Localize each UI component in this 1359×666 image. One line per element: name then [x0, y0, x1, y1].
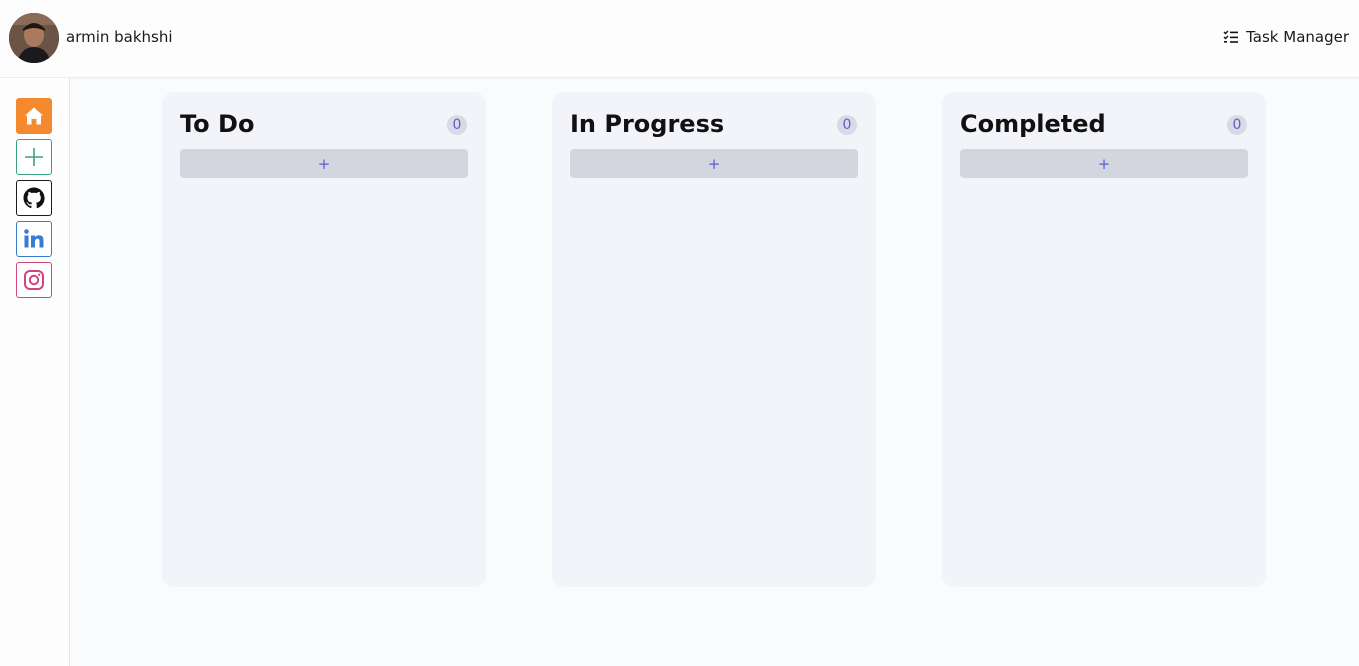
task-count-badge: 0: [1227, 115, 1247, 135]
user-name: armin bakhshi: [66, 28, 173, 46]
sidebar-item-home[interactable]: [16, 98, 52, 134]
sidebar: [0, 78, 70, 666]
add-task-button[interactable]: +: [180, 149, 468, 178]
top-header: armin bakhshi Task Manager: [0, 0, 1359, 78]
task-count-badge: 0: [837, 115, 857, 135]
sidebar-item-github[interactable]: [16, 180, 52, 216]
column-title: To Do: [180, 110, 255, 138]
column-title: In Progress: [570, 110, 725, 138]
column-in-progress: In Progress 0 +: [552, 92, 876, 587]
avatar-photo: [9, 13, 59, 63]
linkedin-icon: [24, 229, 44, 248]
add-task-button[interactable]: +: [570, 149, 858, 178]
sidebar-item-instagram[interactable]: [16, 262, 52, 298]
sidebar-item-linkedin[interactable]: [16, 221, 52, 257]
home-icon: [25, 107, 43, 125]
instagram-icon: [24, 270, 44, 290]
column-to-do: To Do 0 +: [162, 92, 486, 587]
brand-label: Task Manager: [1246, 28, 1349, 46]
column-title: Completed: [960, 110, 1106, 138]
plus-icon: [25, 148, 43, 166]
sidebar-item-add-task[interactable]: [16, 139, 52, 175]
add-task-button[interactable]: +: [960, 149, 1248, 178]
task-count-badge: 0: [447, 115, 467, 135]
github-icon: [23, 187, 45, 209]
app-brand[interactable]: Task Manager: [1223, 28, 1349, 46]
task-list-icon: [1223, 30, 1239, 43]
column-completed: Completed 0 +: [942, 92, 1266, 587]
avatar[interactable]: [9, 13, 59, 63]
